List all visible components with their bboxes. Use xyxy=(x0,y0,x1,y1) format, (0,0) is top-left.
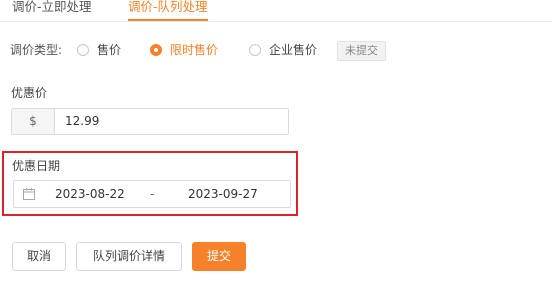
discount-date-highlight: 优惠日期 2023-08-22 - 2023-09-27 xyxy=(2,151,298,216)
discount-price-input[interactable]: $ 12.99 xyxy=(11,108,289,135)
tab-queue[interactable]: 调价-队列处理 xyxy=(128,0,208,21)
currency-prefix: $ xyxy=(12,109,55,134)
discount-price-value: 12.99 xyxy=(65,114,100,128)
price-type-label: 调价类型: xyxy=(10,43,63,57)
date-range-picker[interactable]: 2023-08-22 - 2023-09-27 xyxy=(13,180,291,208)
radio-label: 售价 xyxy=(97,43,122,57)
submit-button[interactable]: 提交 xyxy=(192,242,246,271)
radio-label: 限时售价 xyxy=(170,43,219,57)
date-separator: - xyxy=(150,187,155,201)
radio-label: 企业售价 xyxy=(269,43,318,57)
tab-queue-label: 调价-队列处理 xyxy=(128,0,208,14)
queue-details-button[interactable]: 队列调价详情 xyxy=(76,242,182,271)
status-badge: 未提交 xyxy=(337,41,386,61)
cancel-button[interactable]: 取消 xyxy=(12,242,66,271)
discount-price-label: 优惠价 xyxy=(11,86,48,100)
tab-bar: 调价-立即处理 调价-队列处理 xyxy=(0,0,552,22)
radio-circle xyxy=(150,44,162,56)
discount-date-label: 优惠日期 xyxy=(12,159,61,173)
start-date[interactable]: 2023-08-22 xyxy=(55,181,125,207)
tab-immediate[interactable]: 调价-立即处理 xyxy=(12,0,92,20)
end-date[interactable]: 2023-09-27 xyxy=(188,181,258,207)
calendar-icon xyxy=(23,188,35,200)
tab-active-indicator xyxy=(128,19,208,21)
radio-circle xyxy=(77,44,89,56)
radio-circle xyxy=(249,44,261,56)
